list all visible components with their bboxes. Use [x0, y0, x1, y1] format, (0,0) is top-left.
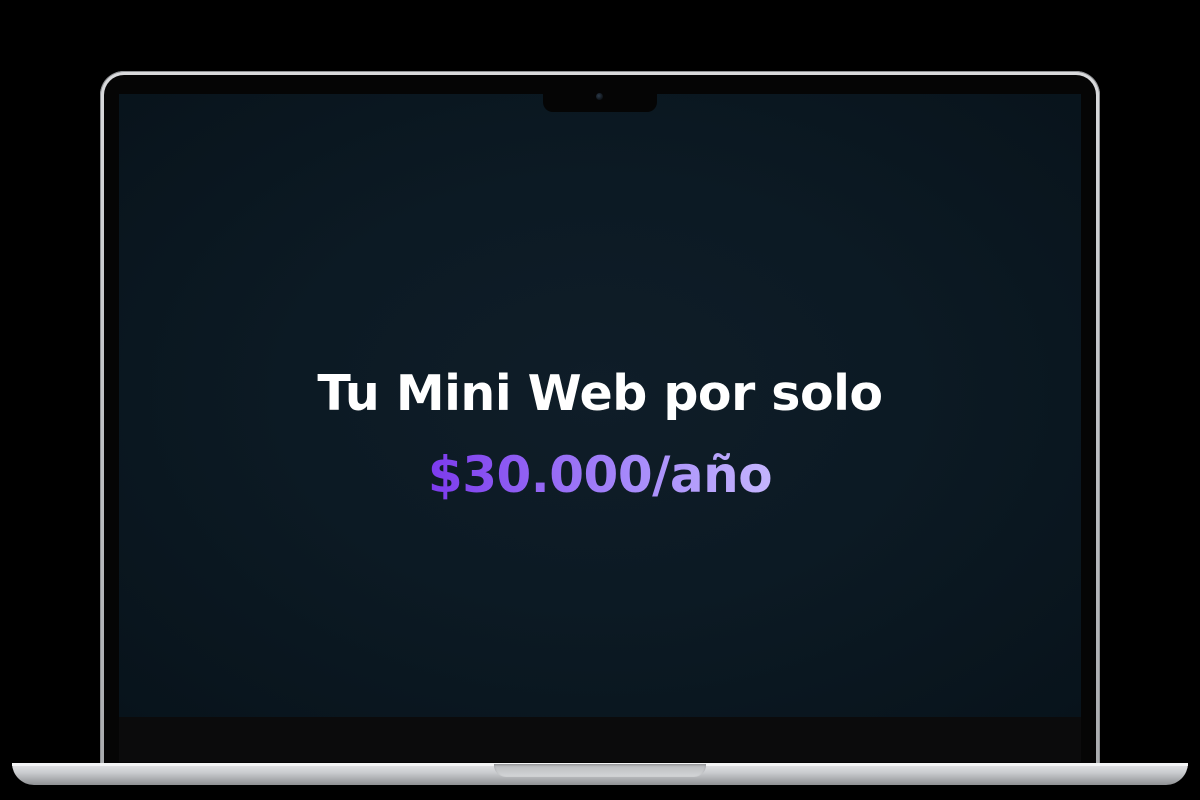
hero-price: $30.000/año — [119, 438, 1081, 512]
laptop-mockup: Tu Mini Web por solo $30.000/año — [0, 0, 1200, 800]
hero-headline: Tu Mini Web por solo — [317, 365, 883, 422]
camera-icon — [596, 93, 603, 100]
laptop-thumb-notch — [494, 764, 706, 777]
hero-price-text: $30.000/año — [427, 446, 773, 504]
screen-chin — [119, 717, 1081, 762]
